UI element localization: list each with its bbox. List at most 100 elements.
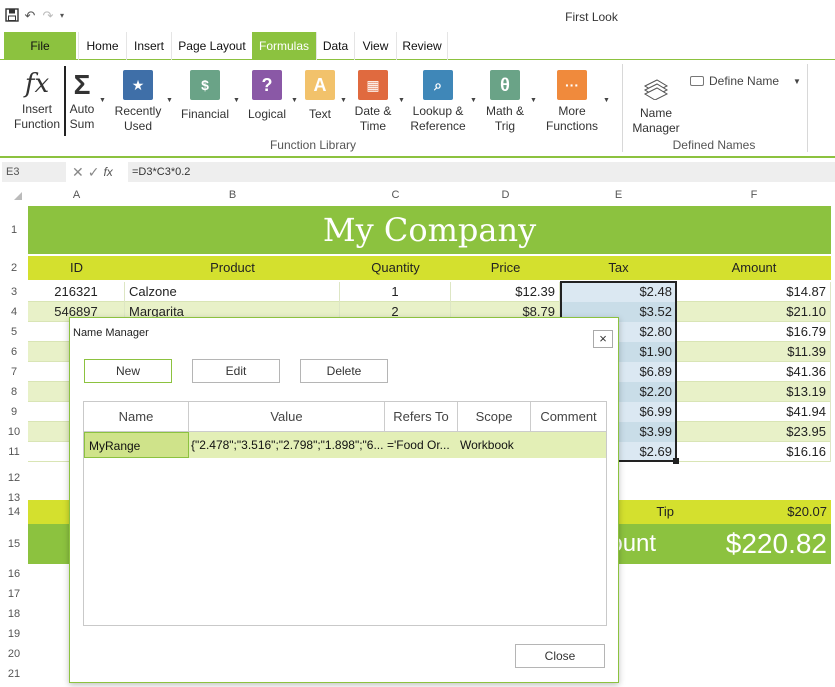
amount-cell[interactable]: $21.10 (677, 302, 831, 322)
scope-cell[interactable]: Workbook (460, 432, 531, 458)
chevron-down-icon[interactable]: ▼ (233, 97, 240, 104)
row-header[interactable]: 4 (0, 302, 28, 322)
row-header[interactable]: 17 (0, 584, 28, 604)
delete-button[interactable]: Delete (300, 359, 388, 383)
column-header[interactable]: F (677, 186, 831, 204)
new-button[interactable]: New (84, 359, 172, 383)
column-header[interactable]: D (451, 186, 560, 204)
tab-review[interactable]: Review (396, 32, 448, 60)
auto-sum-button[interactable]: Σ Auto Sum (66, 68, 98, 132)
header-cell[interactable]: Product (125, 256, 340, 280)
tab-home[interactable]: Home (78, 32, 126, 60)
amount-cell[interactable]: $23.95 (677, 422, 831, 442)
product-cell[interactable]: Calzone (125, 282, 340, 302)
row-header[interactable]: 7 (0, 362, 28, 382)
row-header[interactable]: 2 (0, 256, 28, 280)
text-button[interactable]: A Text (302, 70, 338, 122)
tax-cell[interactable]: $2.48 (560, 282, 677, 302)
names-grid[interactable]: Name Value Refers To Scope Comment MyRan… (83, 401, 607, 626)
company-title[interactable]: My Company (28, 206, 831, 254)
amount-cell[interactable]: $16.16 (677, 442, 831, 462)
price-cell[interactable]: $12.39 (451, 282, 560, 302)
amount-cell[interactable]: $41.94 (677, 402, 831, 422)
row-header[interactable]: 21 (0, 664, 28, 684)
recently-used-button[interactable]: ★ Recently Used (112, 70, 164, 134)
refers-to-cell[interactable]: ='Food Or... (387, 432, 458, 458)
amount-cell[interactable]: $11.39 (677, 342, 831, 362)
header-cell[interactable]: Tax (560, 256, 677, 280)
chevron-down-icon[interactable]: ▼ (166, 97, 173, 104)
grid-header-scope[interactable]: Scope (458, 402, 531, 432)
dialog-close-button[interactable]: × (593, 330, 613, 348)
chevron-down-icon[interactable]: ▼ (340, 97, 347, 104)
row-header[interactable]: 10 (0, 422, 28, 442)
name-box[interactable]: E3 (2, 162, 66, 182)
chevron-down-icon[interactable]: ▼ (398, 97, 405, 104)
row-header[interactable]: 20 (0, 644, 28, 664)
financial-button[interactable]: $ Financial (178, 70, 232, 122)
name-cell[interactable]: MyRange (84, 432, 189, 458)
confirm-icon[interactable]: ✓ (88, 164, 100, 181)
total-value[interactable]: $220.82 (677, 524, 831, 564)
tab-view[interactable]: View (354, 32, 396, 60)
chevron-down-icon[interactable]: ▼ (603, 97, 610, 104)
formula-input[interactable]: =D3*C3*0.2 (128, 162, 835, 182)
more-functions-button[interactable]: ··· More Functions (542, 70, 602, 134)
logical-button[interactable]: ? Logical (244, 70, 290, 122)
tab-insert[interactable]: Insert (126, 32, 171, 60)
fill-handle[interactable] (673, 458, 679, 464)
tab-file[interactable]: File (4, 32, 76, 60)
row-header[interactable]: 3 (0, 282, 28, 302)
tab-formulas[interactable]: Formulas (252, 32, 316, 60)
tip-value[interactable]: $20.07 (677, 500, 831, 524)
chevron-down-icon[interactable]: ▼ (530, 97, 537, 104)
row-header[interactable]: 1 (0, 206, 28, 254)
tab-page-layout[interactable]: Page Layout (171, 32, 252, 60)
amount-cell[interactable]: $41.36 (677, 362, 831, 382)
row-header[interactable]: 8 (0, 382, 28, 402)
row-header[interactable]: 11 (0, 442, 28, 462)
column-header[interactable]: A (28, 186, 125, 204)
define-name-button[interactable]: Define Name ▼ (690, 74, 801, 88)
name-manager-button[interactable]: Name Manager (628, 72, 684, 136)
table-row[interactable]: MyRange {"2.478";"3.516";"2.798";"1.898"… (84, 432, 606, 458)
column-header[interactable]: C (340, 186, 451, 204)
edit-button[interactable]: Edit (192, 359, 280, 383)
close-button[interactable]: Close (515, 644, 605, 668)
grid-header-refers-to[interactable]: Refers To (385, 402, 458, 432)
insert-function-button[interactable]: fx Insert Function (8, 68, 66, 132)
row-header[interactable]: 18 (0, 604, 28, 624)
column-header[interactable]: E (560, 186, 677, 204)
grid-header-value[interactable]: Value (189, 402, 385, 432)
tab-data[interactable]: Data (316, 32, 354, 60)
row-header[interactable]: 12 (0, 468, 28, 488)
comment-cell[interactable] (531, 432, 606, 458)
grid-header-name[interactable]: Name (84, 402, 189, 432)
chevron-down-icon[interactable]: ▼ (470, 97, 477, 104)
fx-icon[interactable]: fx (103, 165, 112, 179)
chevron-down-icon[interactable]: ▼ (99, 97, 106, 104)
qty-cell[interactable]: 1 (340, 282, 451, 302)
grid-header-comment[interactable]: Comment (531, 402, 606, 432)
chevron-down-icon[interactable]: ▼ (291, 97, 298, 104)
row-header[interactable]: 5 (0, 322, 28, 342)
row-header[interactable]: 6 (0, 342, 28, 362)
id-cell[interactable]: 216321 (28, 282, 125, 302)
row-header[interactable]: 19 (0, 624, 28, 644)
row-header[interactable]: 16 (0, 564, 28, 584)
amount-cell[interactable]: $14.87 (677, 282, 831, 302)
select-all-corner[interactable] (14, 192, 22, 200)
header-cell[interactable]: Amount (677, 256, 831, 280)
date-time-button[interactable]: ▦ Date & Time (350, 70, 396, 134)
value-cell[interactable]: {"2.478";"3.516";"2.798";"1.898";"6... (189, 432, 385, 458)
row-header[interactable]: 14 (0, 500, 28, 524)
math-trig-button[interactable]: θ Math & Trig (482, 70, 528, 134)
header-cell[interactable]: Quantity (340, 256, 451, 280)
row-header[interactable]: 9 (0, 402, 28, 422)
row-header[interactable]: 15 (0, 524, 28, 564)
amount-cell[interactable]: $16.79 (677, 322, 831, 342)
header-cell[interactable]: Price (451, 256, 560, 280)
cancel-icon[interactable]: ✕ (72, 164, 84, 181)
header-cell[interactable]: ID (28, 256, 125, 280)
column-header[interactable]: B (125, 186, 340, 204)
